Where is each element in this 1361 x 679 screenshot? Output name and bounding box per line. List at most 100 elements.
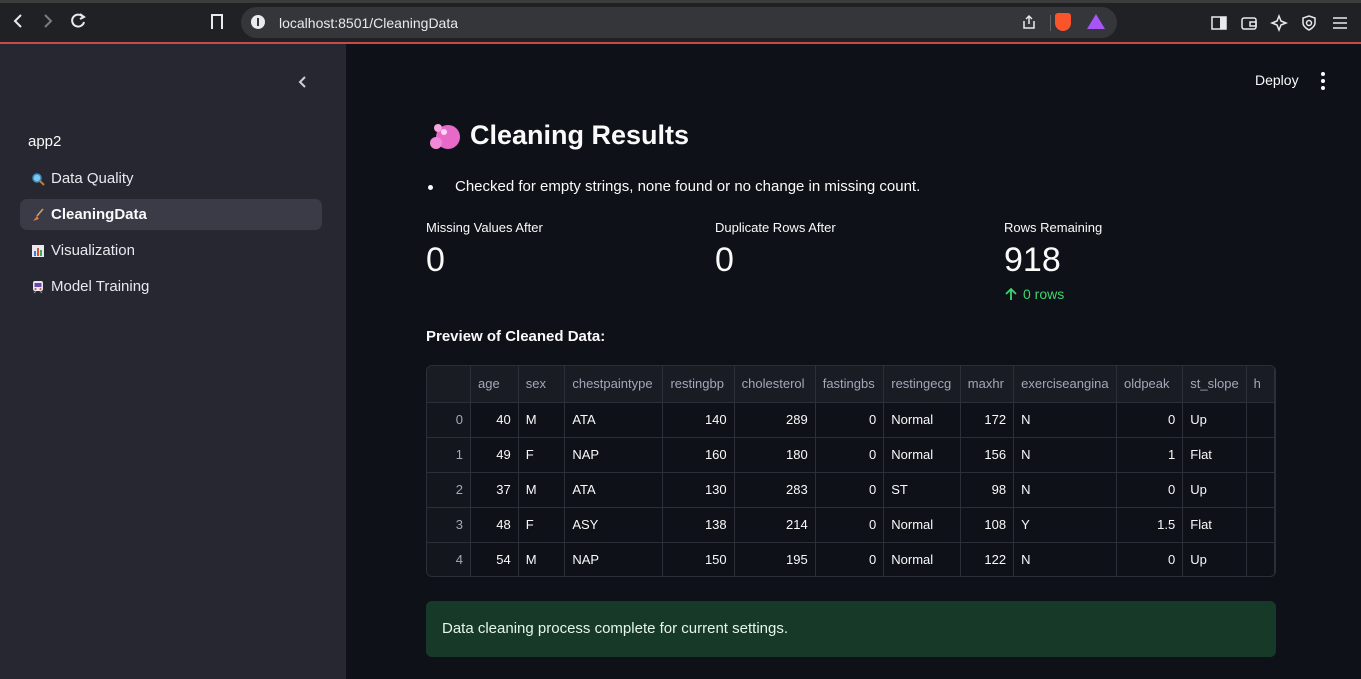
- table-cell[interactable]: 289: [734, 402, 816, 438]
- table-cell[interactable]: 48: [470, 507, 519, 543]
- table-cell[interactable]: Up: [1182, 402, 1247, 438]
- table-cell[interactable]: M: [518, 472, 566, 508]
- table-cell[interactable]: N: [1013, 437, 1117, 473]
- table-cell[interactable]: Flat: [1182, 437, 1247, 473]
- table-cell[interactable]: Up: [1182, 542, 1247, 576]
- column-header[interactable]: chestpaintype: [564, 366, 664, 403]
- table-cell[interactable]: 49: [470, 437, 519, 473]
- table-cell[interactable]: 195: [734, 542, 816, 576]
- table-cell[interactable]: Up: [1182, 472, 1247, 508]
- column-header[interactable]: age: [470, 366, 519, 403]
- table-cell[interactable]: ASY: [564, 507, 664, 543]
- brave-rewards-icon[interactable]: [1087, 14, 1105, 29]
- menu-icon[interactable]: [1331, 14, 1349, 32]
- sidebar-item-model-training[interactable]: Model Training: [20, 271, 322, 302]
- table-cell[interactable]: ST: [883, 472, 961, 508]
- table-cell[interactable]: 0: [815, 437, 885, 473]
- table-cell[interactable]: [1246, 472, 1275, 508]
- main-menu-icon[interactable]: [1321, 72, 1325, 90]
- sidebar-toggle-icon[interactable]: [1210, 14, 1228, 32]
- table-cell[interactable]: NAP: [564, 542, 664, 576]
- table-cell[interactable]: 0: [1116, 402, 1184, 438]
- table-cell[interactable]: 0: [815, 402, 885, 438]
- bookmark-icon[interactable]: [211, 14, 223, 29]
- table-cell[interactable]: 98: [960, 472, 1015, 508]
- table-cell[interactable]: 0: [815, 472, 885, 508]
- row-index-cell[interactable]: 4: [427, 542, 472, 576]
- table-cell[interactable]: 0: [815, 507, 885, 543]
- table-cell[interactable]: Normal: [883, 507, 961, 543]
- table-cell[interactable]: Normal: [883, 437, 961, 473]
- column-header[interactable]: oldpeak: [1116, 366, 1184, 403]
- table-cell[interactable]: F: [518, 507, 566, 543]
- share-icon[interactable]: [1021, 14, 1037, 30]
- table-cell[interactable]: N: [1013, 472, 1117, 508]
- table-cell[interactable]: ATA: [564, 402, 664, 438]
- vpn-icon[interactable]: [1300, 14, 1318, 32]
- data-table[interactable]: age sex chestpaintype restingbp choleste…: [426, 365, 1276, 577]
- table-cell[interactable]: N: [1013, 402, 1117, 438]
- table-cell[interactable]: 40: [470, 402, 519, 438]
- table-cell[interactable]: 283: [734, 472, 816, 508]
- table-row[interactable]: 0 40 M ATA 140 289 0 Normal 172 N 0 Up: [427, 402, 1275, 438]
- table-cell[interactable]: 0: [1116, 472, 1184, 508]
- column-header-index[interactable]: [427, 366, 472, 403]
- table-cell[interactable]: M: [518, 542, 566, 576]
- row-index-cell[interactable]: 3: [427, 507, 472, 543]
- table-cell[interactable]: 140: [662, 402, 735, 438]
- table-row[interactable]: 4 54 M NAP 150 195 0 Normal 122 N 0 Up: [427, 542, 1275, 576]
- table-cell[interactable]: 122: [960, 542, 1015, 576]
- row-index-cell[interactable]: 2: [427, 472, 472, 508]
- forward-icon[interactable]: [38, 11, 58, 31]
- table-cell[interactable]: 214: [734, 507, 816, 543]
- table-cell[interactable]: 0: [815, 542, 885, 576]
- deploy-button[interactable]: Deploy: [1255, 72, 1299, 88]
- back-icon[interactable]: [8, 11, 28, 31]
- wallet-icon[interactable]: [1240, 14, 1258, 32]
- table-cell[interactable]: 180: [734, 437, 816, 473]
- reload-icon[interactable]: [68, 11, 88, 31]
- column-header[interactable]: exerciseangina: [1013, 366, 1117, 403]
- column-header[interactable]: st_slope: [1182, 366, 1247, 403]
- table-cell[interactable]: Y: [1013, 507, 1117, 543]
- table-row[interactable]: 1 49 F NAP 160 180 0 Normal 156 N 1 Flat: [427, 437, 1275, 473]
- table-cell[interactable]: ATA: [564, 472, 664, 508]
- table-cell[interactable]: 150: [662, 542, 735, 576]
- table-cell[interactable]: M: [518, 402, 566, 438]
- column-header[interactable]: h: [1246, 366, 1275, 403]
- leo-ai-icon[interactable]: [1270, 14, 1288, 32]
- table-cell[interactable]: Normal: [883, 542, 961, 576]
- table-cell[interactable]: 156: [960, 437, 1015, 473]
- table-cell[interactable]: [1246, 437, 1275, 473]
- row-index-cell[interactable]: 1: [427, 437, 472, 473]
- sidebar-item-cleaningdata[interactable]: CleaningData: [20, 199, 322, 230]
- sidebar-item-visualization[interactable]: Visualization: [20, 235, 322, 266]
- table-cell[interactable]: 172: [960, 402, 1015, 438]
- table-cell[interactable]: 1.5: [1116, 507, 1184, 543]
- url-text[interactable]: localhost:8501/CleaningData: [279, 15, 458, 31]
- row-index-cell[interactable]: 0: [427, 402, 472, 438]
- collapse-sidebar-icon[interactable]: [296, 74, 312, 90]
- table-cell[interactable]: N: [1013, 542, 1117, 576]
- column-header[interactable]: restingbp: [662, 366, 735, 403]
- table-cell[interactable]: 138: [662, 507, 735, 543]
- table-cell[interactable]: 160: [662, 437, 735, 473]
- table-cell[interactable]: 0: [1116, 542, 1184, 576]
- table-cell[interactable]: 37: [470, 472, 519, 508]
- column-header[interactable]: cholesterol: [734, 366, 816, 403]
- address-bar[interactable]: localhost:8501/CleaningData: [241, 7, 1117, 38]
- table-row[interactable]: 2 37 M ATA 130 283 0 ST 98 N 0 Up: [427, 472, 1275, 508]
- table-cell[interactable]: 130: [662, 472, 735, 508]
- site-info-icon[interactable]: [251, 15, 265, 29]
- table-cell[interactable]: NAP: [564, 437, 664, 473]
- table-cell[interactable]: F: [518, 437, 566, 473]
- column-header[interactable]: sex: [518, 366, 566, 403]
- table-cell[interactable]: 1: [1116, 437, 1184, 473]
- table-cell[interactable]: [1246, 402, 1275, 438]
- sidebar-app-name[interactable]: app2: [28, 133, 61, 150]
- column-header[interactable]: maxhr: [960, 366, 1015, 403]
- column-header[interactable]: restingecg: [883, 366, 961, 403]
- table-cell[interactable]: [1246, 507, 1275, 543]
- table-cell[interactable]: Flat: [1182, 507, 1247, 543]
- table-cell[interactable]: [1246, 542, 1275, 576]
